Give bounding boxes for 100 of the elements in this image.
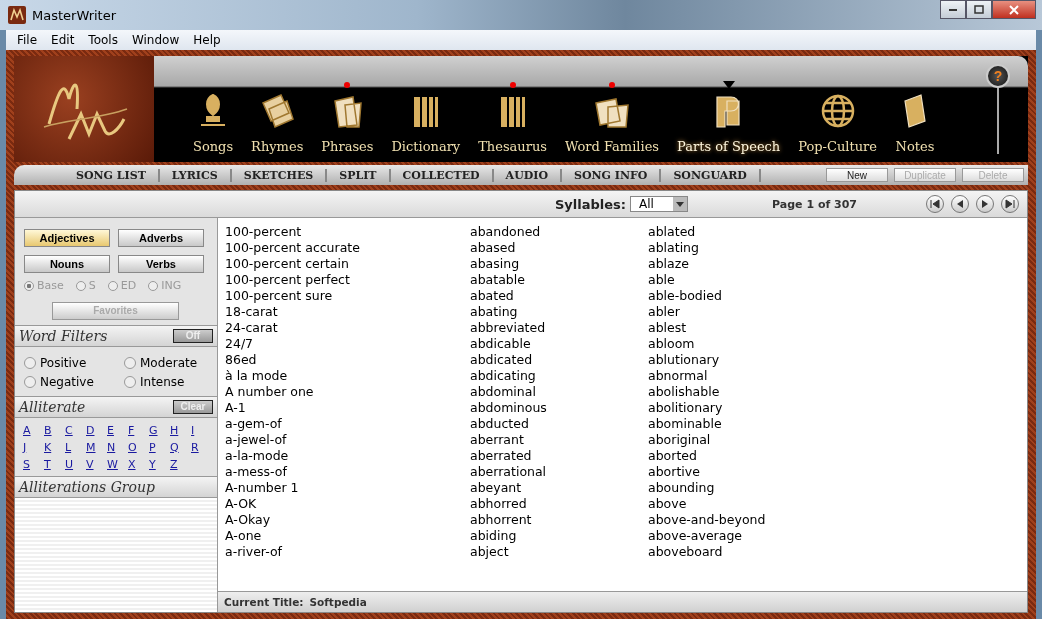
letter-link[interactable]: L (65, 440, 72, 454)
tab[interactable]: SKETCHES (231, 168, 328, 182)
next-page-button[interactable] (976, 195, 994, 213)
word-entry[interactable]: aboveboard (648, 544, 723, 560)
filter-radio[interactable]: Moderate (124, 355, 214, 370)
letter-link[interactable]: U (65, 457, 74, 471)
menu-item[interactable]: File (10, 33, 45, 47)
part-of-speech-button[interactable]: Nouns (24, 255, 110, 273)
letter-link[interactable]: C (65, 423, 73, 437)
action-button[interactable]: New (826, 168, 888, 182)
letter-link[interactable]: W (107, 457, 118, 471)
filter-radio[interactable]: Negative (24, 374, 124, 389)
letter-link[interactable]: O (128, 440, 137, 454)
word-entry[interactable]: A-one (225, 528, 262, 544)
nav-item[interactable]: Parts of Speech (668, 79, 790, 154)
letter-link[interactable]: F (128, 423, 135, 437)
tab[interactable]: COLLECTED (390, 168, 494, 182)
letter-link[interactable]: J (23, 440, 27, 454)
word-entry[interactable]: abdicating (470, 368, 536, 384)
word-entry[interactable]: abased (470, 240, 516, 256)
letter-link[interactable]: P (149, 440, 156, 454)
word-entry[interactable]: 100-percent (225, 224, 302, 240)
word-entry[interactable]: abbreviated (470, 320, 546, 336)
word-entry[interactable]: abominable (648, 416, 722, 432)
tab[interactable]: AUDIO (493, 168, 562, 182)
word-entry[interactable]: 24-carat (225, 320, 278, 336)
word-entry[interactable]: à la mode (225, 368, 288, 384)
word-entry[interactable]: a-la-mode (225, 448, 289, 464)
letter-link[interactable]: S (23, 457, 30, 471)
word-entry[interactable]: above-average (648, 528, 742, 544)
word-entry[interactable]: abnormal (648, 368, 708, 384)
word-entry[interactable]: abatable (470, 272, 525, 288)
word-entry[interactable]: a-jewel-of (225, 432, 287, 448)
menu-item[interactable]: Edit (44, 33, 82, 47)
menu-item[interactable]: Tools (81, 33, 125, 47)
word-entry[interactable]: abated (470, 288, 514, 304)
tab[interactable]: SONGUARD (661, 168, 761, 182)
first-page-button[interactable] (926, 195, 944, 213)
word-entry[interactable]: abdicable (470, 336, 531, 352)
tab[interactable]: SONG LIST (64, 168, 160, 182)
previous-page-button[interactable] (951, 195, 969, 213)
word-entry[interactable]: a-gem-of (225, 416, 282, 432)
letter-link[interactable]: G (149, 423, 158, 437)
letter-link[interactable]: I (191, 423, 195, 437)
word-entry[interactable]: aboriginal (648, 432, 711, 448)
letter-link[interactable]: A (23, 423, 31, 437)
menu-item[interactable]: Window (124, 33, 187, 47)
word-entry[interactable]: a-river-of (225, 544, 282, 560)
nav-item[interactable]: Word Families (556, 79, 669, 154)
word-entry[interactable]: abdominal (470, 384, 536, 400)
tab[interactable]: SONG INFO (562, 168, 662, 182)
tab[interactable]: LYRICS (159, 168, 232, 182)
word-entry[interactable]: aborted (648, 448, 697, 464)
letter-link[interactable]: B (44, 423, 52, 437)
word-entry[interactable]: abducted (470, 416, 529, 432)
word-entry[interactable]: ablest (648, 320, 687, 336)
menu-item[interactable]: Help (186, 33, 228, 47)
letter-link[interactable]: Z (170, 457, 178, 471)
word-entry[interactable]: ablutionary (648, 352, 720, 368)
nav-item[interactable]: Pop-Culture (789, 79, 886, 154)
word-entry[interactable]: abdicated (470, 352, 533, 368)
word-entry[interactable]: abject (470, 544, 509, 560)
part-of-speech-button[interactable]: Adverbs (118, 229, 204, 247)
word-entry[interactable]: aberrational (470, 464, 547, 480)
word-entry[interactable]: A number one (225, 384, 314, 400)
word-entry[interactable]: abeyant (470, 480, 522, 496)
part-of-speech-button[interactable]: Verbs (118, 255, 204, 273)
word-entry[interactable]: 18-carat (225, 304, 278, 320)
word-entry[interactable]: abounding (648, 480, 715, 496)
filter-radio[interactable]: Intense (124, 374, 214, 389)
nav-item[interactable]: Rhymes (242, 79, 313, 154)
syllables-dropdown[interactable]: All (630, 196, 689, 212)
word-entry[interactable]: 100-percent sure (225, 288, 333, 304)
minimize-button[interactable] (940, 0, 966, 19)
word-entry[interactable]: abhorrent (470, 512, 532, 528)
word-entry[interactable]: abolishable (648, 384, 720, 400)
nav-item[interactable]: Thesaurus (469, 79, 556, 154)
letter-link[interactable]: N (107, 440, 116, 454)
close-button[interactable] (992, 0, 1036, 19)
word-entry[interactable]: abolitionary (648, 400, 723, 416)
part-of-speech-button[interactable]: Adjectives (24, 229, 110, 247)
word-entry[interactable]: abortive (648, 464, 700, 480)
word-entry[interactable]: abiding (470, 528, 517, 544)
word-entry[interactable]: aberrant (470, 432, 524, 448)
word-entry[interactable]: abating (470, 304, 518, 320)
word-entry[interactable]: 86ed (225, 352, 257, 368)
word-entry[interactable]: 100-percent accurate (225, 240, 360, 256)
word-entry[interactable]: 100-percent certain (225, 256, 349, 272)
word-entry[interactable]: A-number 1 (225, 480, 299, 496)
letter-link[interactable]: E (107, 423, 114, 437)
last-page-button[interactable] (1001, 195, 1019, 213)
letter-link[interactable]: X (128, 457, 136, 471)
word-entry[interactable]: abandoned (470, 224, 541, 240)
maximize-button[interactable] (966, 0, 992, 19)
letter-link[interactable]: Y (149, 457, 156, 471)
word-entry[interactable]: above-and-beyond (648, 512, 766, 528)
word-entry[interactable]: abasing (470, 256, 520, 272)
word-entry[interactable]: ablaze (648, 256, 689, 272)
letter-link[interactable]: H (170, 423, 179, 437)
word-entry[interactable]: able-bodied (648, 288, 722, 304)
